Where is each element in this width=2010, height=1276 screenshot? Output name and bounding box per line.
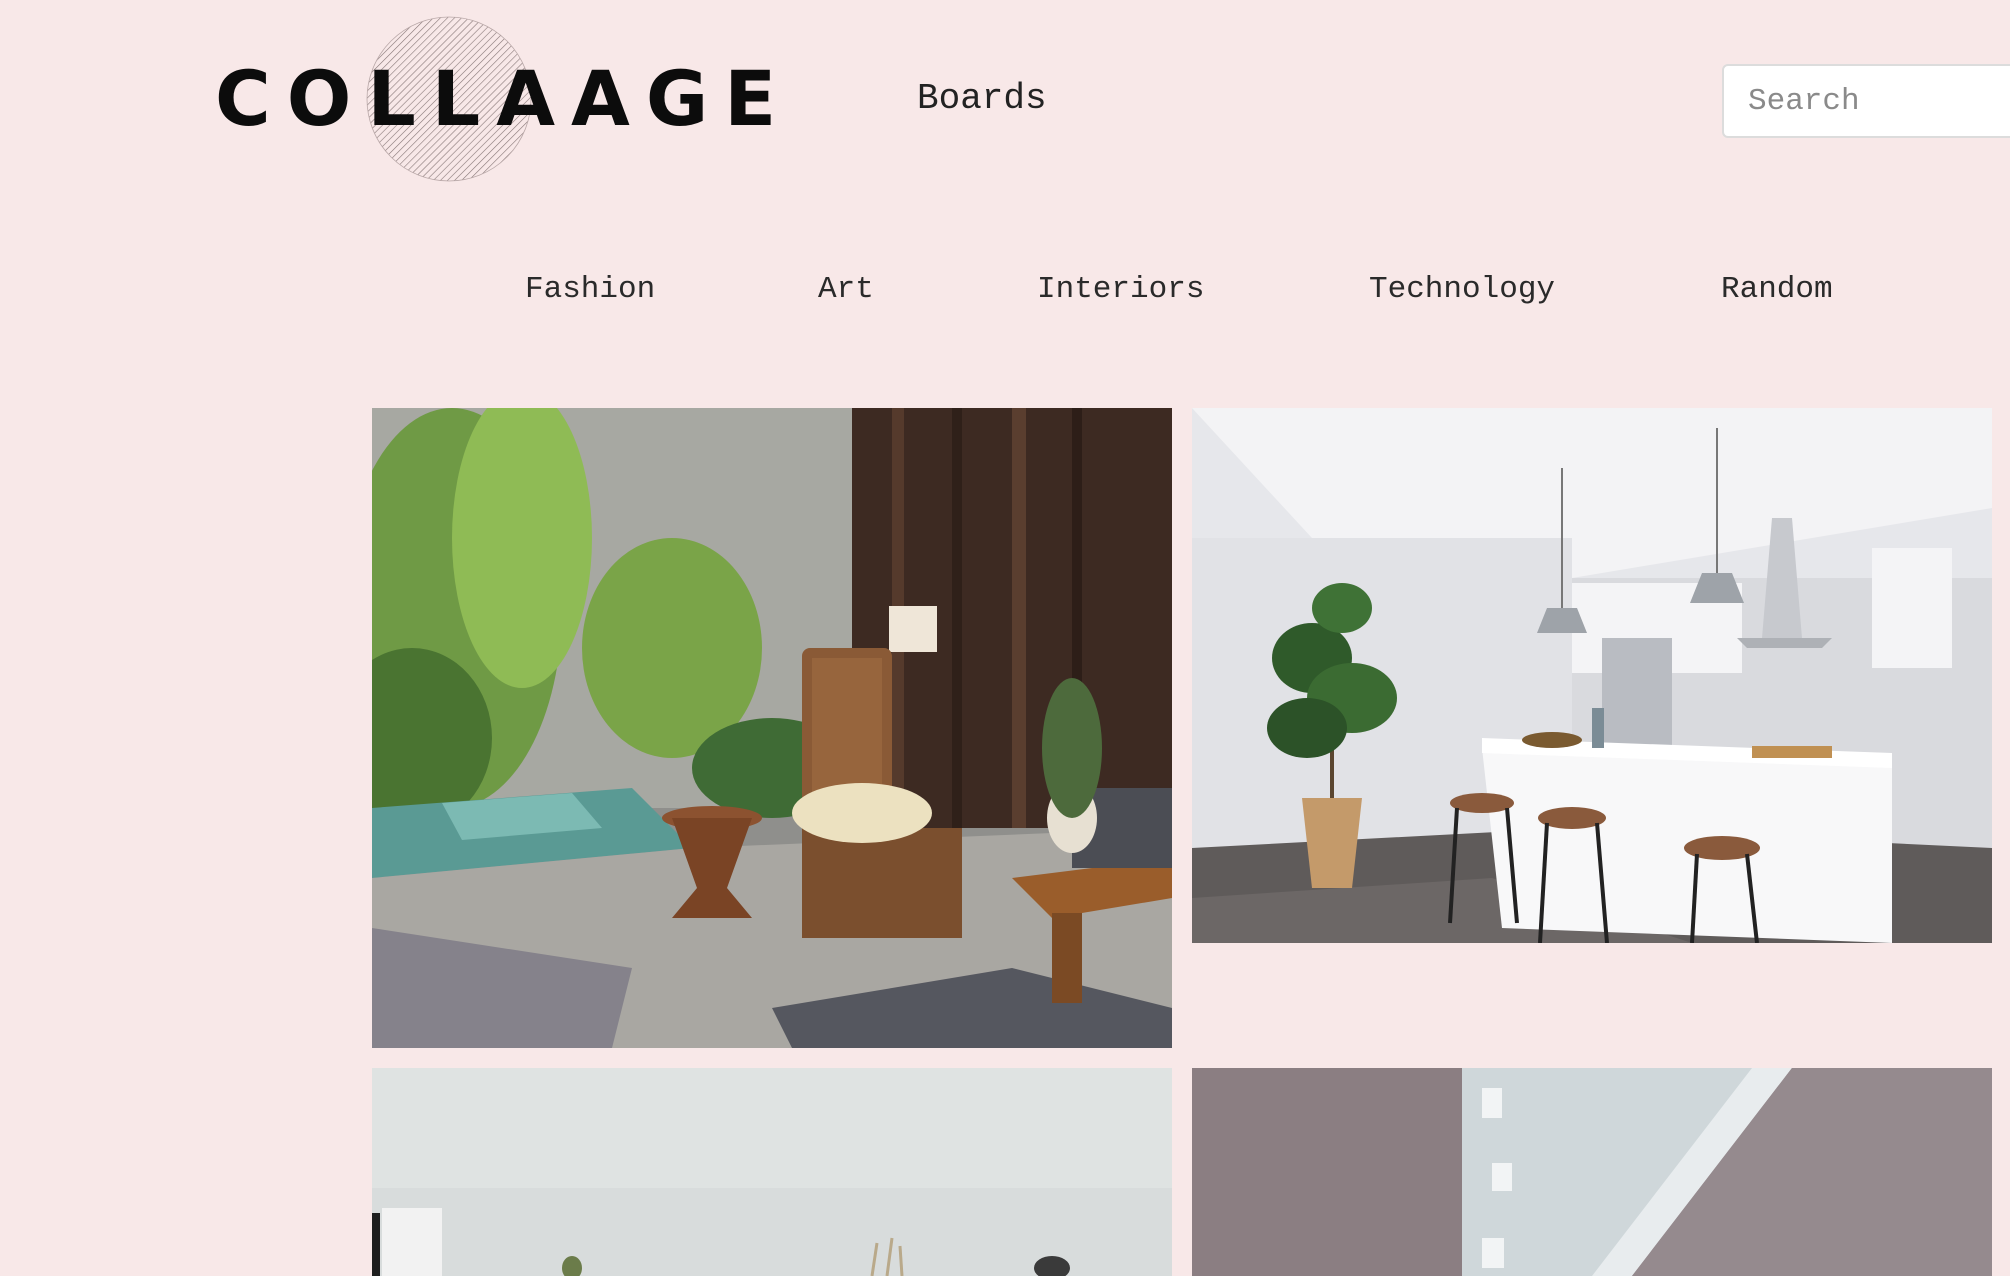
stairway-image [1192, 1068, 1992, 1276]
boards-link[interactable]: Boards [917, 78, 1047, 119]
gallery-image-3[interactable] [372, 1068, 1172, 1276]
gallery-image-4[interactable] [1192, 1068, 1992, 1276]
category-technology[interactable]: Technology [1369, 272, 1555, 307]
category-random[interactable]: Random [1721, 272, 1833, 307]
living-room-image [372, 408, 1172, 1048]
gallery-image-1[interactable] [372, 408, 1172, 1048]
category-art[interactable]: Art [818, 272, 874, 307]
category-nav: Fashion Art Interiors Technology Random [0, 272, 2010, 312]
search-input[interactable] [1722, 64, 2010, 138]
gallery-image-2[interactable] [1192, 408, 1992, 943]
logo-text: COLLAAGE [215, 54, 793, 143]
page: COLLAAGE Boards Fashion Art Interiors Te… [0, 0, 2010, 1276]
kitchen-image [1192, 408, 1992, 943]
logo[interactable]: COLLAAGE [215, 15, 776, 190]
category-interiors[interactable]: Interiors [1037, 272, 1204, 307]
bright-room-image [372, 1068, 1172, 1276]
category-fashion[interactable]: Fashion [525, 272, 655, 307]
